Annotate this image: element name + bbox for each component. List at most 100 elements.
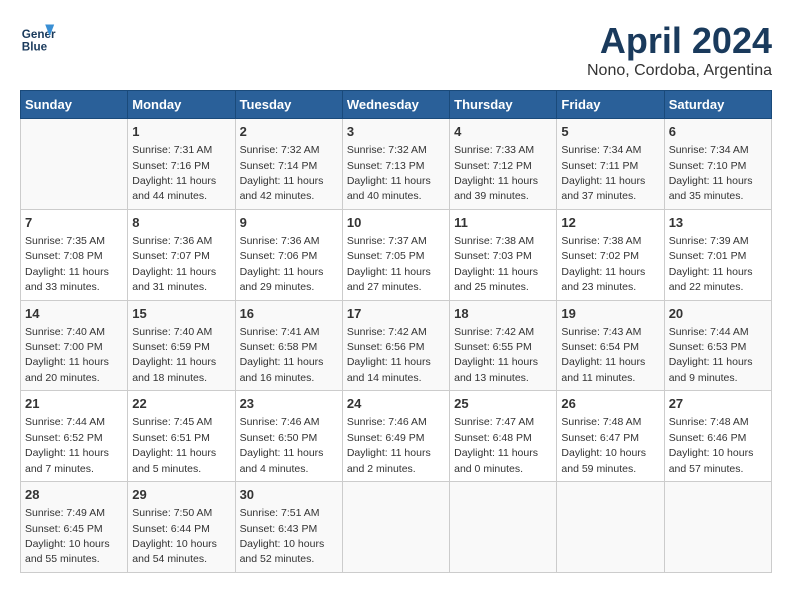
sunrise-info: Sunrise: 7:51 AM: [240, 507, 320, 519]
calendar-day-cell: 15 Sunrise: 7:40 AM Sunset: 6:59 PM Dayl…: [128, 300, 235, 391]
day-number: 4: [454, 123, 552, 141]
sunset-info: Sunset: 6:50 PM: [240, 432, 318, 444]
daylight-info: Daylight: 11 hours and 0 minutes.: [454, 447, 538, 474]
day-number: 28: [25, 486, 123, 504]
sunset-info: Sunset: 7:12 PM: [454, 160, 532, 172]
calendar-day-cell: 22 Sunrise: 7:45 AM Sunset: 6:51 PM Dayl…: [128, 391, 235, 482]
calendar-day-cell: 19 Sunrise: 7:43 AM Sunset: 6:54 PM Dayl…: [557, 300, 664, 391]
calendar-day-cell: 6 Sunrise: 7:34 AM Sunset: 7:10 PM Dayli…: [664, 119, 771, 210]
sunrise-info: Sunrise: 7:50 AM: [132, 507, 212, 519]
day-number: 17: [347, 305, 445, 323]
day-number: 9: [240, 214, 338, 232]
sunset-info: Sunset: 6:43 PM: [240, 523, 318, 535]
day-number: 3: [347, 123, 445, 141]
sunrise-info: Sunrise: 7:45 AM: [132, 416, 212, 428]
sunset-info: Sunset: 7:14 PM: [240, 160, 318, 172]
calendar-day-cell: 13 Sunrise: 7:39 AM Sunset: 7:01 PM Dayl…: [664, 209, 771, 300]
daylight-info: Daylight: 11 hours and 5 minutes.: [132, 447, 216, 474]
sunset-info: Sunset: 6:47 PM: [561, 432, 639, 444]
calendar-day-cell: 24 Sunrise: 7:46 AM Sunset: 6:49 PM Dayl…: [342, 391, 449, 482]
day-number: 1: [132, 123, 230, 141]
daylight-info: Daylight: 10 hours and 55 minutes.: [25, 538, 110, 565]
sunrise-info: Sunrise: 7:46 AM: [240, 416, 320, 428]
sunrise-info: Sunrise: 7:44 AM: [25, 416, 105, 428]
calendar-day-cell: 2 Sunrise: 7:32 AM Sunset: 7:14 PM Dayli…: [235, 119, 342, 210]
daylight-info: Daylight: 11 hours and 4 minutes.: [240, 447, 324, 474]
day-number: 18: [454, 305, 552, 323]
calendar-day-cell: 16 Sunrise: 7:41 AM Sunset: 6:58 PM Dayl…: [235, 300, 342, 391]
calendar-day-cell: 28 Sunrise: 7:49 AM Sunset: 6:45 PM Dayl…: [21, 482, 128, 573]
calendar-day-cell: 30 Sunrise: 7:51 AM Sunset: 6:43 PM Dayl…: [235, 482, 342, 573]
sunrise-info: Sunrise: 7:39 AM: [669, 235, 749, 247]
daylight-info: Daylight: 11 hours and 11 minutes.: [561, 356, 645, 383]
daylight-info: Daylight: 11 hours and 27 minutes.: [347, 266, 431, 293]
daylight-info: Daylight: 11 hours and 44 minutes.: [132, 175, 216, 202]
sunrise-info: Sunrise: 7:36 AM: [132, 235, 212, 247]
page-header: General Blue April 2024 Nono, Cordoba, A…: [20, 20, 772, 80]
sunset-info: Sunset: 6:56 PM: [347, 341, 425, 353]
daylight-info: Daylight: 11 hours and 39 minutes.: [454, 175, 538, 202]
sunrise-info: Sunrise: 7:42 AM: [454, 326, 534, 338]
sunrise-info: Sunrise: 7:35 AM: [25, 235, 105, 247]
daylight-info: Daylight: 10 hours and 59 minutes.: [561, 447, 646, 474]
daylight-info: Daylight: 11 hours and 7 minutes.: [25, 447, 109, 474]
weekday-header-cell: Friday: [557, 91, 664, 119]
daylight-info: Daylight: 11 hours and 33 minutes.: [25, 266, 109, 293]
day-number: 25: [454, 395, 552, 413]
sunrise-info: Sunrise: 7:47 AM: [454, 416, 534, 428]
day-number: 29: [132, 486, 230, 504]
day-number: 27: [669, 395, 767, 413]
sunset-info: Sunset: 7:11 PM: [561, 160, 638, 172]
day-number: 8: [132, 214, 230, 232]
sunset-info: Sunset: 6:48 PM: [454, 432, 532, 444]
calendar-body: 1 Sunrise: 7:31 AM Sunset: 7:16 PM Dayli…: [21, 119, 772, 573]
daylight-info: Daylight: 11 hours and 29 minutes.: [240, 266, 324, 293]
calendar-day-cell: 21 Sunrise: 7:44 AM Sunset: 6:52 PM Dayl…: [21, 391, 128, 482]
sunset-info: Sunset: 7:00 PM: [25, 341, 103, 353]
sunrise-info: Sunrise: 7:48 AM: [561, 416, 641, 428]
calendar-day-cell: 8 Sunrise: 7:36 AM Sunset: 7:07 PM Dayli…: [128, 209, 235, 300]
day-number: 24: [347, 395, 445, 413]
weekday-header-cell: Wednesday: [342, 91, 449, 119]
calendar-week-row: 1 Sunrise: 7:31 AM Sunset: 7:16 PM Dayli…: [21, 119, 772, 210]
daylight-info: Daylight: 11 hours and 14 minutes.: [347, 356, 431, 383]
daylight-info: Daylight: 10 hours and 57 minutes.: [669, 447, 754, 474]
daylight-info: Daylight: 11 hours and 42 minutes.: [240, 175, 324, 202]
daylight-info: Daylight: 11 hours and 22 minutes.: [669, 266, 753, 293]
sunrise-info: Sunrise: 7:37 AM: [347, 235, 427, 247]
calendar-day-cell: 10 Sunrise: 7:37 AM Sunset: 7:05 PM Dayl…: [342, 209, 449, 300]
sunrise-info: Sunrise: 7:38 AM: [454, 235, 534, 247]
daylight-info: Daylight: 11 hours and 37 minutes.: [561, 175, 645, 202]
sunset-info: Sunset: 7:01 PM: [669, 250, 747, 262]
calendar-week-row: 28 Sunrise: 7:49 AM Sunset: 6:45 PM Dayl…: [21, 482, 772, 573]
sunset-info: Sunset: 7:13 PM: [347, 160, 425, 172]
sunset-info: Sunset: 6:44 PM: [132, 523, 210, 535]
day-number: 26: [561, 395, 659, 413]
calendar-day-cell: 17 Sunrise: 7:42 AM Sunset: 6:56 PM Dayl…: [342, 300, 449, 391]
daylight-info: Daylight: 11 hours and 13 minutes.: [454, 356, 538, 383]
svg-text:Blue: Blue: [22, 41, 48, 54]
sunset-info: Sunset: 7:10 PM: [669, 160, 747, 172]
sunrise-info: Sunrise: 7:32 AM: [347, 144, 427, 156]
daylight-info: Daylight: 11 hours and 16 minutes.: [240, 356, 324, 383]
sunset-info: Sunset: 7:16 PM: [132, 160, 210, 172]
calendar-day-cell: 5 Sunrise: 7:34 AM Sunset: 7:11 PM Dayli…: [557, 119, 664, 210]
calendar-day-cell: 9 Sunrise: 7:36 AM Sunset: 7:06 PM Dayli…: [235, 209, 342, 300]
calendar-day-cell: [21, 119, 128, 210]
month-title: April 2024: [587, 20, 772, 62]
sunset-info: Sunset: 6:59 PM: [132, 341, 210, 353]
sunrise-info: Sunrise: 7:34 AM: [561, 144, 641, 156]
daylight-info: Daylight: 11 hours and 31 minutes.: [132, 266, 216, 293]
sunset-info: Sunset: 6:49 PM: [347, 432, 425, 444]
calendar-day-cell: [557, 482, 664, 573]
sunset-info: Sunset: 7:03 PM: [454, 250, 532, 262]
daylight-info: Daylight: 10 hours and 52 minutes.: [240, 538, 325, 565]
calendar-day-cell: 11 Sunrise: 7:38 AM Sunset: 7:03 PM Dayl…: [450, 209, 557, 300]
calendar-day-cell: 25 Sunrise: 7:47 AM Sunset: 6:48 PM Dayl…: [450, 391, 557, 482]
sunset-info: Sunset: 6:54 PM: [561, 341, 639, 353]
calendar-day-cell: [664, 482, 771, 573]
sunrise-info: Sunrise: 7:49 AM: [25, 507, 105, 519]
weekday-header-cell: Tuesday: [235, 91, 342, 119]
daylight-info: Daylight: 11 hours and 23 minutes.: [561, 266, 645, 293]
calendar-day-cell: 26 Sunrise: 7:48 AM Sunset: 6:47 PM Dayl…: [557, 391, 664, 482]
